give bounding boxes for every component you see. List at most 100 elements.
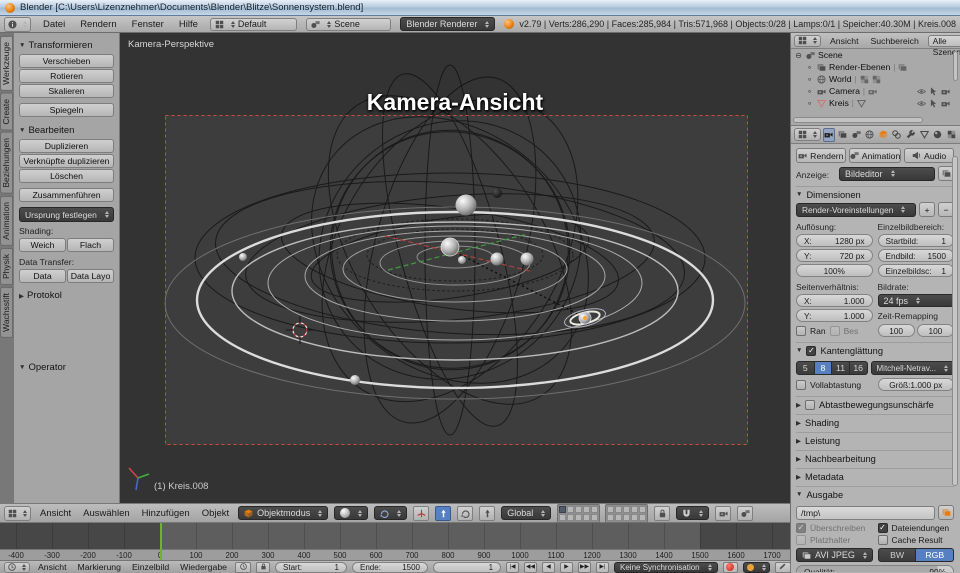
tab-wachsstift[interactable]: Wachsstift [0, 287, 13, 338]
current-frame-line[interactable] [160, 523, 162, 560]
render-animation-button[interactable]: Animation [849, 148, 902, 163]
color-bw-button[interactable]: BW [878, 548, 917, 562]
scale-manipulator-button[interactable] [479, 506, 495, 521]
layer-toggle-cell[interactable] [591, 514, 598, 521]
data-layout-button[interactable]: Data Layo [67, 269, 114, 283]
file-format-select[interactable]: AVI JPEG [796, 548, 873, 562]
tab-texture[interactable] [945, 128, 957, 142]
panel-operator-header[interactable]: ▼ Operator [19, 362, 114, 373]
shade-smooth-button[interactable]: Weich [19, 238, 66, 252]
renderability-camera-icon[interactable] [941, 99, 950, 108]
aa-samples-16-button[interactable]: 16 [850, 361, 868, 375]
timeline-menu-wiedergabe[interactable]: Wiedergabe [177, 562, 230, 572]
layer-toggle-cell[interactable] [623, 514, 630, 521]
color-rgb-button[interactable]: RGB [916, 548, 954, 562]
menu-hinzufuegen[interactable]: Hinzufügen [139, 508, 193, 519]
menu-fenster[interactable]: Fenster [129, 19, 167, 30]
layer-toggle-cell[interactable] [567, 514, 574, 521]
panel-transformieren-header[interactable]: ▼ Transformieren [19, 40, 114, 51]
layer-toggle-cell[interactable] [559, 506, 566, 513]
tab-object[interactable] [878, 128, 890, 142]
timeline-ruler[interactable]: -400-300-200-100010020030040050060070080… [0, 549, 790, 560]
layer-toggle-cell[interactable] [615, 514, 622, 521]
layer-toggle-cell[interactable] [583, 514, 590, 521]
cache-result-checkbox[interactable] [878, 535, 888, 545]
lock-to-scene-button[interactable] [654, 506, 670, 521]
panel-shading-header[interactable]: ▶ Shading [796, 414, 954, 430]
panel-postprocessing-header[interactable]: ▶ Nachbearbeitung [796, 450, 954, 466]
browse-folder-button[interactable] [938, 505, 954, 520]
display-mode-select[interactable]: Bildeditor [839, 167, 935, 181]
layer-toggle-cell[interactable] [631, 514, 638, 521]
rotate-manipulator-button[interactable] [457, 506, 473, 521]
resolution-percent-slider[interactable]: 100% [796, 264, 873, 277]
border-checkbox[interactable] [796, 326, 806, 336]
duplicate-button[interactable]: Duplizieren [19, 139, 114, 153]
aa-samples-8-button[interactable]: 8 [815, 361, 833, 375]
jump-to-start-button[interactable]: |◀ [506, 562, 519, 573]
data-button[interactable]: Data [19, 269, 66, 283]
crop-checkbox[interactable] [830, 326, 840, 336]
overwrite-checkbox[interactable]: ✓ [796, 523, 806, 533]
jump-prev-keyframe-button[interactable]: ◀◀ [524, 562, 537, 573]
render-toggle-icon[interactable] [898, 63, 907, 72]
duplicate-linked-button[interactable]: Verknüpfte duplizieren [19, 154, 114, 168]
frame-start-field[interactable]: Startbild: 1 [878, 234, 955, 247]
editor-type-3dview-button[interactable] [4, 506, 31, 521]
aa-filter-select[interactable]: Mitchell-Netrav... [871, 361, 955, 375]
preset-add-button[interactable]: + [919, 202, 935, 217]
menu-auswaehlen[interactable]: Auswählen [80, 508, 132, 519]
scene-selector[interactable]: Scene + ✕ [306, 18, 391, 31]
auto-keyframe-button[interactable] [723, 562, 738, 573]
panel-motion-blur-header[interactable]: ▶ Abtastbewegungsunschärfe [796, 396, 954, 412]
panel-performance-header[interactable]: ▶ Leistung [796, 432, 954, 448]
aa-size-field[interactable]: Größ:1.000 px [878, 378, 955, 391]
aa-samples-11-button[interactable]: 11 [832, 361, 850, 375]
resolution-y-field[interactable]: Y: 720 px [796, 249, 873, 262]
mirror-button[interactable]: Spiegeln [19, 103, 114, 117]
tab-animation[interactable]: Animation [0, 196, 13, 246]
renderability-camera-icon[interactable] [941, 87, 950, 96]
layer-toggle-cell[interactable] [559, 514, 566, 521]
rotate-button[interactable]: Rotieren [19, 69, 114, 83]
tab-physik[interactable]: Physik [0, 248, 13, 285]
editor-type-info-button[interactable] [4, 17, 31, 32]
tab-create[interactable]: Create [0, 93, 13, 131]
outliner-menu-suchbereich[interactable]: Suchbereich [868, 36, 922, 46]
tab-beziehungen[interactable]: Beziehungen [0, 132, 13, 194]
viewport-shading-select[interactable] [334, 506, 368, 520]
play-reverse-button[interactable]: ◀ [542, 562, 555, 573]
render-presets-select[interactable]: Render-Voreinstellungen [796, 203, 916, 217]
layer-toggle-cell[interactable] [583, 506, 590, 513]
layer-toggle-cell[interactable] [631, 506, 638, 513]
visibility-eye-icon[interactable] [917, 87, 926, 96]
timeline-menu-einzelbild[interactable]: Einzelbild [129, 562, 172, 572]
pivot-point-select[interactable] [374, 506, 407, 520]
transform-orientation-select[interactable]: Global [501, 506, 551, 520]
tab-render-layers[interactable] [837, 128, 849, 142]
3d-viewport-canvas[interactable]: Kamera-Perspektive Kamera-Ansicht (1) Kr… [120, 33, 790, 503]
panel-output-header[interactable]: ▼ Ausgabe [796, 486, 954, 502]
timeline-track[interactable]: -400-300-200-100010020030040050060070080… [0, 523, 790, 560]
panel-history-header[interactable]: ▶ Protokol [19, 290, 114, 301]
tab-constraints[interactable] [891, 128, 903, 142]
layer-toggle-cell[interactable] [623, 506, 630, 513]
remap-new-field[interactable]: 100 [917, 324, 954, 337]
panel-antialiasing-header[interactable]: ▼ ✓ Kantenglättung [796, 342, 954, 358]
placeholder-checkbox[interactable] [796, 535, 806, 545]
tab-render[interactable] [823, 128, 835, 142]
menu-hilfe[interactable]: Hilfe [176, 19, 201, 30]
outliner-v-scrollbar[interactable] [953, 51, 958, 81]
lock-frame-button[interactable] [256, 562, 270, 573]
tab-material[interactable] [932, 128, 944, 142]
antialiasing-checkbox[interactable]: ✓ [806, 346, 816, 356]
keying-set-select[interactable] [743, 562, 770, 573]
layer-toggle-cell[interactable] [639, 514, 646, 521]
screen-layout-selector[interactable]: Default + ✕ [210, 18, 298, 31]
outliner-menu-ansicht[interactable]: Ansicht [827, 36, 862, 46]
frame-end-field[interactable]: Ende: 1500 [352, 562, 428, 573]
expand-icon[interactable]: ⊖ [794, 51, 803, 60]
manipulator-toggle-button[interactable] [413, 506, 429, 521]
shade-flat-button[interactable]: Flach [67, 238, 114, 252]
tab-modifiers[interactable] [905, 128, 917, 142]
